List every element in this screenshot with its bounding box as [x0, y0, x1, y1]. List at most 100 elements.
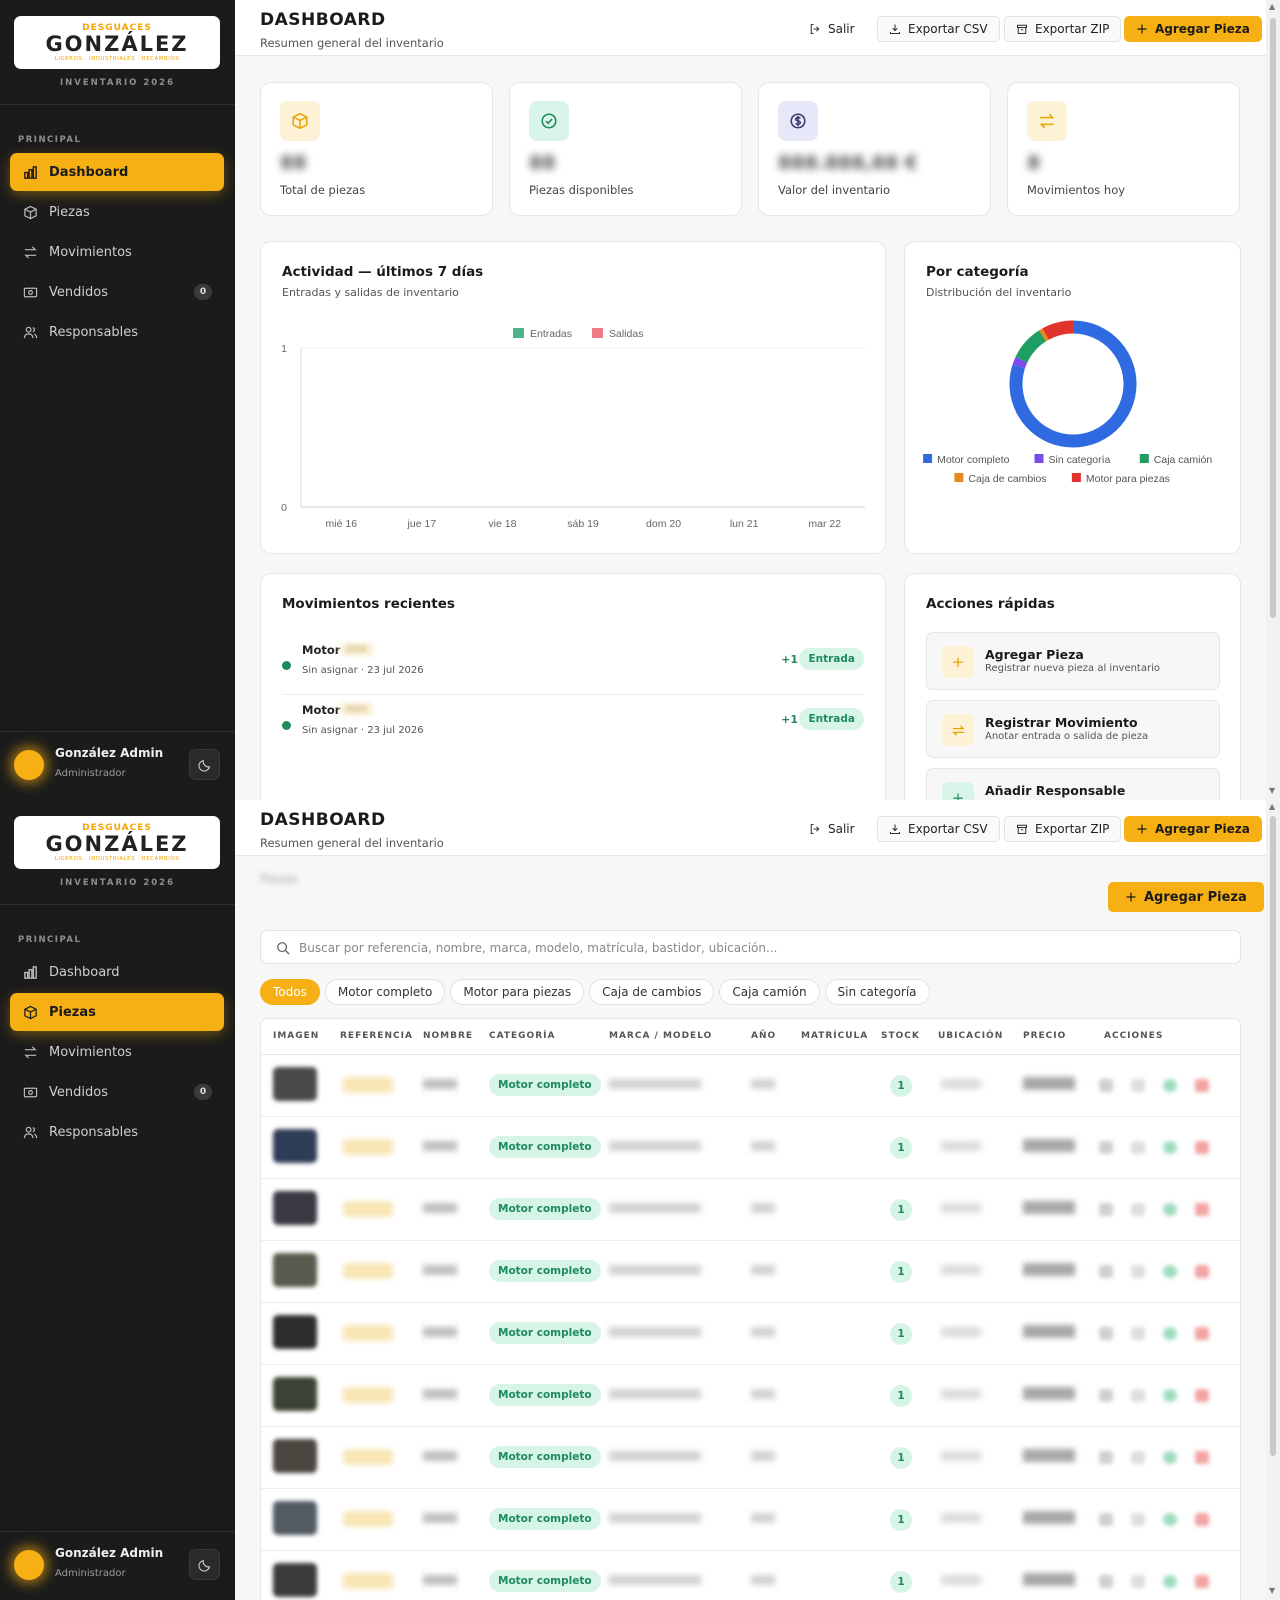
sidebar-item-vendidos[interactable]: Vendidos 0	[10, 1073, 224, 1111]
avatar[interactable]	[14, 750, 44, 780]
table-row[interactable]: Motor completo 1	[261, 1179, 1240, 1241]
scroll-thumb[interactable]	[1270, 816, 1276, 1456]
view-icon[interactable]	[1099, 1265, 1113, 1278]
quick-add-part-button[interactable]: + Agregar Pieza Registrar nueva pieza al…	[926, 632, 1220, 690]
sidebar-item-responsables[interactable]: Responsables	[10, 1113, 224, 1151]
table-row[interactable]: Motor completo 1	[261, 1055, 1240, 1117]
logout-button[interactable]: Salir	[797, 16, 867, 42]
delete-icon[interactable]	[1195, 1203, 1209, 1216]
brand-logo[interactable]: DESGUACES GONZÁLEZ LIGEROS · INDUSTRIALE…	[14, 816, 220, 869]
delete-icon[interactable]	[1195, 1513, 1209, 1526]
export-zip-button[interactable]: Exportar ZIP	[1004, 16, 1122, 42]
sell-icon[interactable]	[1163, 1451, 1177, 1464]
table-row[interactable]: Motor completo 1	[261, 1365, 1240, 1427]
scrollbar[interactable]: ▲ ▼	[1266, 0, 1280, 800]
sidebar-item-piezas[interactable]: Piezas	[10, 993, 224, 1031]
column-header[interactable]: NOMBRE	[423, 1031, 473, 1041]
table-row[interactable]: Motor completo 1	[261, 1303, 1240, 1365]
brand-logo[interactable]: DESGUACES GONZÁLEZ LIGEROS · INDUSTRIALE…	[14, 16, 220, 69]
sell-icon[interactable]	[1163, 1203, 1177, 1216]
sell-icon[interactable]	[1163, 1265, 1177, 1278]
part-thumbnail[interactable]	[273, 1377, 317, 1411]
scroll-down-icon[interactable]: ▼	[1269, 1586, 1275, 1595]
delete-icon[interactable]	[1195, 1575, 1209, 1588]
delete-icon[interactable]	[1195, 1327, 1209, 1340]
table-row[interactable]: Motor completo 1	[261, 1551, 1240, 1600]
list-item[interactable]: Motor XXX Sin asignar · 23 jul 2026 +1 E…	[282, 696, 864, 754]
delete-icon[interactable]	[1195, 1079, 1209, 1092]
column-header[interactable]: MATRÍCULA	[801, 1031, 868, 1041]
part-thumbnail[interactable]	[273, 1067, 317, 1101]
sell-icon[interactable]	[1163, 1575, 1177, 1588]
sidebar-item-movimientos[interactable]: Movimientos	[10, 1033, 224, 1071]
filter-chip-caja-de-cambios[interactable]: Caja de cambios	[589, 979, 715, 1005]
edit-icon[interactable]	[1131, 1451, 1145, 1464]
view-icon[interactable]	[1099, 1079, 1113, 1092]
logout-button[interactable]: Salir	[797, 816, 867, 842]
export-csv-button[interactable]: Exportar CSV	[877, 816, 1000, 842]
edit-icon[interactable]	[1131, 1203, 1145, 1216]
part-thumbnail[interactable]	[273, 1501, 317, 1535]
column-header[interactable]: PRECIO	[1023, 1031, 1066, 1041]
sell-icon[interactable]	[1163, 1513, 1177, 1526]
part-thumbnail[interactable]	[273, 1563, 317, 1597]
table-row[interactable]: Motor completo 1	[261, 1489, 1240, 1551]
scrollbar[interactable]: ▲ ▼	[1266, 800, 1280, 1600]
part-thumbnail[interactable]	[273, 1191, 317, 1225]
table-row[interactable]: Motor completo 1	[261, 1427, 1240, 1489]
filter-chip-caja-camion[interactable]: Caja camión	[719, 979, 820, 1005]
theme-toggle-button[interactable]	[189, 749, 220, 780]
view-icon[interactable]	[1099, 1513, 1113, 1526]
sidebar-item-vendidos[interactable]: Vendidos 0	[10, 273, 224, 311]
add-part-button-main[interactable]: Agregar Pieza	[1108, 882, 1264, 912]
part-thumbnail[interactable]	[273, 1253, 317, 1287]
sidebar-item-piezas[interactable]: Piezas	[10, 193, 224, 231]
table-row[interactable]: Motor completo 1	[261, 1117, 1240, 1179]
edit-icon[interactable]	[1131, 1265, 1145, 1278]
edit-icon[interactable]	[1131, 1389, 1145, 1402]
column-header[interactable]: REFERENCIA	[340, 1031, 413, 1041]
view-icon[interactable]	[1099, 1141, 1113, 1154]
part-thumbnail[interactable]	[273, 1439, 317, 1473]
filter-chip-todos[interactable]: Todos	[260, 979, 320, 1005]
edit-icon[interactable]	[1131, 1327, 1145, 1340]
column-header[interactable]: CATEGORÍA	[489, 1031, 555, 1041]
view-icon[interactable]	[1099, 1451, 1113, 1464]
sidebar-item-dashboard[interactable]: Dashboard	[10, 153, 224, 191]
column-header[interactable]: UBICACIÓN	[938, 1031, 1003, 1041]
scroll-up-icon[interactable]: ▲	[1269, 2, 1275, 11]
export-zip-button[interactable]: Exportar ZIP	[1004, 816, 1122, 842]
column-header[interactable]: STOCK	[881, 1031, 920, 1041]
quick-register-movement-button[interactable]: Registrar Movimiento Anotar entrada o sa…	[926, 700, 1220, 758]
delete-icon[interactable]	[1195, 1451, 1209, 1464]
delete-icon[interactable]	[1195, 1265, 1209, 1278]
view-icon[interactable]	[1099, 1327, 1113, 1340]
part-thumbnail[interactable]	[273, 1129, 317, 1163]
view-icon[interactable]	[1099, 1575, 1113, 1588]
search-input[interactable]: Buscar por referencia, nombre, marca, mo…	[260, 930, 1241, 964]
filter-chip-sin-categoria[interactable]: Sin categoría	[824, 979, 930, 1005]
scroll-thumb[interactable]	[1270, 18, 1276, 618]
export-csv-button[interactable]: Exportar CSV	[877, 16, 1000, 42]
filter-chip-motor-para-piezas[interactable]: Motor para piezas	[450, 979, 585, 1005]
sidebar-item-responsables[interactable]: Responsables	[10, 313, 224, 351]
part-thumbnail[interactable]	[273, 1315, 317, 1349]
avatar[interactable]	[14, 1550, 44, 1580]
sidebar-item-dashboard[interactable]: Dashboard	[10, 953, 224, 991]
scroll-up-icon[interactable]: ▲	[1269, 802, 1275, 811]
list-item[interactable]: Motor XXX Sin asignar · 23 jul 2026 +1 E…	[282, 636, 864, 695]
sell-icon[interactable]	[1163, 1141, 1177, 1154]
edit-icon[interactable]	[1131, 1141, 1145, 1154]
column-header[interactable]: MARCA / MODELO	[609, 1031, 712, 1041]
sell-icon[interactable]	[1163, 1079, 1177, 1092]
edit-icon[interactable]	[1131, 1575, 1145, 1588]
column-header[interactable]: AÑO	[751, 1031, 776, 1041]
sidebar-item-movimientos[interactable]: Movimientos	[10, 233, 224, 271]
filter-chip-motor-completo[interactable]: Motor completo	[324, 979, 446, 1005]
view-icon[interactable]	[1099, 1389, 1113, 1402]
add-part-button[interactable]: Agregar Pieza	[1124, 816, 1262, 842]
edit-icon[interactable]	[1131, 1079, 1145, 1092]
sell-icon[interactable]	[1163, 1389, 1177, 1402]
scroll-down-icon[interactable]: ▼	[1269, 786, 1275, 795]
table-row[interactable]: Motor completo 1	[261, 1241, 1240, 1303]
